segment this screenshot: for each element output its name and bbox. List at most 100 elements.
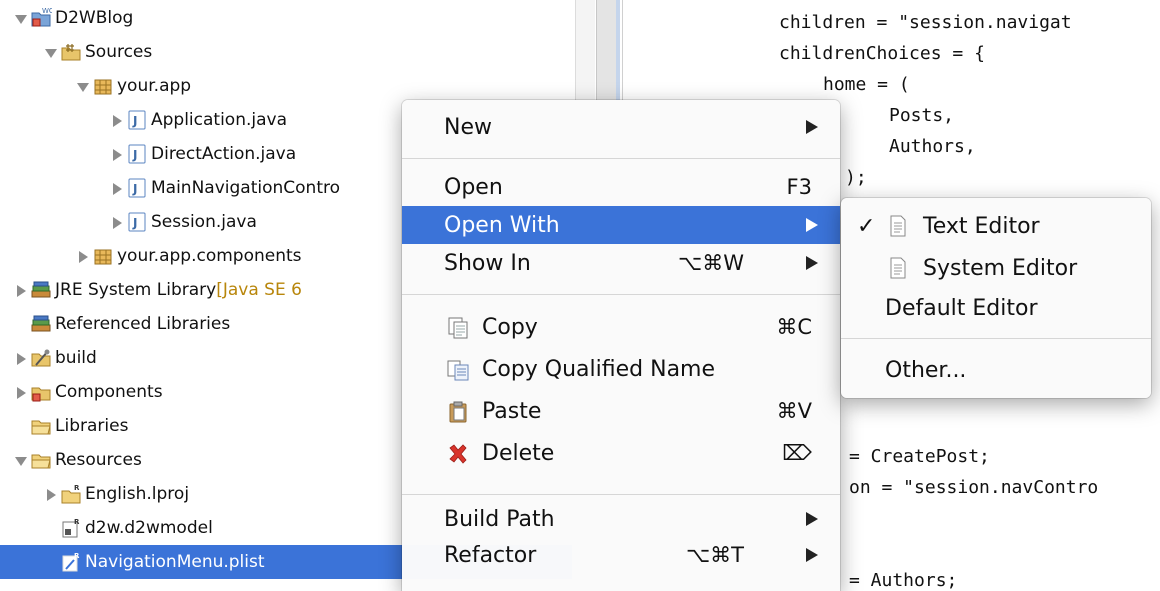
svg-text:R: R: [74, 552, 80, 560]
tree-item-label: your.app.components: [117, 246, 302, 266]
tree-item-label: Resources: [55, 450, 142, 470]
code-line: = Authors;: [849, 570, 958, 591]
code-line: home = (: [823, 74, 910, 95]
menu-item-open[interactable]: Open F3: [402, 168, 840, 206]
tree-item-label: Libraries: [55, 416, 129, 436]
submenu-item-label: Other...: [885, 357, 967, 383]
model-file-icon: R: [60, 517, 82, 539]
open-with-submenu: ✓ Text Editor System Editor Default Edit…: [841, 198, 1151, 398]
submenu-arrow-icon: [806, 548, 818, 562]
project-icon: WO: [30, 7, 52, 29]
components-folder-icon: [30, 381, 52, 403]
collapsed-disclosure-icon[interactable]: [110, 216, 123, 229]
menu-item-label: Open: [444, 174, 503, 200]
tree-item[interactable]: WO D2WBlog: [0, 1, 596, 35]
menu-item-shortcut: ⌘C: [776, 315, 812, 339]
code-line: = CreatePost;: [849, 446, 990, 467]
expanded-disclosure-icon[interactable]: [44, 46, 57, 59]
code-line: children = "session.navigat: [779, 12, 1072, 33]
menu-item-shortcut: ⌥⌘W: [678, 251, 744, 275]
package-icon: [92, 245, 114, 267]
paste-icon: [446, 400, 470, 424]
plist-file-icon: R: [60, 551, 82, 573]
tree-item[interactable]: your.app: [0, 69, 596, 103]
tree-item-label: Application.java: [151, 110, 288, 130]
code-line: on = "session.navContro: [849, 477, 1099, 498]
menu-item-label: Show In: [444, 250, 531, 276]
tree-item-label: Session.java: [151, 212, 257, 232]
submenu-item-label: Default Editor: [885, 295, 1038, 321]
copy-icon: [446, 316, 470, 340]
menu-item-delete[interactable]: Delete ⌦: [402, 434, 840, 472]
menu-item-label: Open With: [444, 212, 560, 238]
svg-text:R: R: [74, 518, 80, 526]
code-line: Authors,: [889, 136, 976, 157]
menu-item-label: Copy Qualified Name: [482, 356, 716, 382]
expanded-disclosure-icon[interactable]: [14, 12, 27, 25]
submenu-arrow-icon: [806, 256, 818, 270]
menu-item-build-path[interactable]: Build Path: [402, 500, 840, 538]
collapsed-disclosure-icon[interactable]: [110, 148, 123, 161]
package-icon: [92, 75, 114, 97]
menu-separator: [402, 294, 840, 295]
build-folder-icon: [30, 347, 52, 369]
collapsed-disclosure-icon[interactable]: [14, 386, 27, 399]
svg-text:J: J: [132, 114, 137, 128]
java-file-icon: J: [126, 109, 148, 131]
menu-item-label: Delete: [482, 440, 555, 466]
tree-item-label: your.app: [117, 76, 192, 96]
collapsed-disclosure-icon[interactable]: [110, 114, 123, 127]
collapsed-disclosure-icon[interactable]: [44, 488, 57, 501]
submenu-arrow-icon: [806, 120, 818, 134]
menu-item-shortcut: ⌥⌘T: [685, 543, 744, 567]
tree-item-label: build: [55, 348, 97, 368]
copy-qualified-name-icon: [446, 358, 470, 382]
text-file-icon: [887, 257, 909, 279]
folder-icon: [30, 449, 52, 471]
svg-text:J: J: [132, 148, 137, 162]
menu-item-label: Paste: [482, 398, 542, 424]
tree-item-label: JRE System Library: [55, 280, 217, 300]
source-folder-icon: [60, 41, 82, 63]
collapsed-disclosure-icon[interactable]: [110, 182, 123, 195]
menu-item-copy[interactable]: Copy ⌘C: [402, 308, 840, 346]
code-line: childrenChoices = {: [779, 43, 985, 64]
menu-item-copy-qualified-name[interactable]: Copy Qualified Name: [402, 350, 840, 388]
tree-item-label: D2WBlog: [55, 8, 134, 28]
collapsed-disclosure-icon[interactable]: [76, 250, 89, 263]
menu-separator: [402, 158, 840, 159]
tree-item-label: DirectAction.java: [151, 144, 297, 164]
submenu-item-default-editor[interactable]: Default Editor: [841, 288, 1151, 328]
menu-item-paste[interactable]: Paste ⌘V: [402, 392, 840, 430]
tree-item-label: English.lproj: [85, 484, 190, 504]
tree-item[interactable]: Sources: [0, 35, 596, 69]
menu-item-label: Copy: [482, 314, 538, 340]
menu-item-open-with[interactable]: Open With: [402, 206, 840, 244]
menu-item-show-in[interactable]: Show In ⌥⌘W: [402, 244, 840, 282]
menu-item-refactor[interactable]: Refactor ⌥⌘T: [402, 536, 840, 574]
expanded-disclosure-icon[interactable]: [14, 454, 27, 467]
submenu-item-label: System Editor: [923, 255, 1078, 281]
tree-item-label: MainNavigationContro: [151, 178, 341, 198]
resource-folder-icon: R: [60, 483, 82, 505]
submenu-item-other[interactable]: Other...: [841, 350, 1151, 390]
menu-item-label: New: [444, 114, 492, 140]
submenu-item-label: Text Editor: [923, 213, 1040, 239]
submenu-item-system-editor[interactable]: System Editor: [841, 248, 1151, 288]
submenu-item-text-editor[interactable]: ✓ Text Editor: [841, 206, 1151, 246]
menu-item-new[interactable]: New: [402, 108, 840, 146]
collapsed-disclosure-icon[interactable]: [14, 352, 27, 365]
folder-icon: [30, 415, 52, 437]
library-icon: [30, 279, 52, 301]
tree-item-label: Sources: [85, 42, 153, 62]
collapsed-disclosure-icon[interactable]: [14, 284, 27, 297]
submenu-arrow-icon: [806, 512, 818, 526]
menu-item-label: Refactor: [444, 542, 537, 568]
expanded-disclosure-icon[interactable]: [76, 80, 89, 93]
code-line: );: [845, 167, 867, 188]
library-icon: [30, 313, 52, 335]
java-file-icon: J: [126, 211, 148, 233]
